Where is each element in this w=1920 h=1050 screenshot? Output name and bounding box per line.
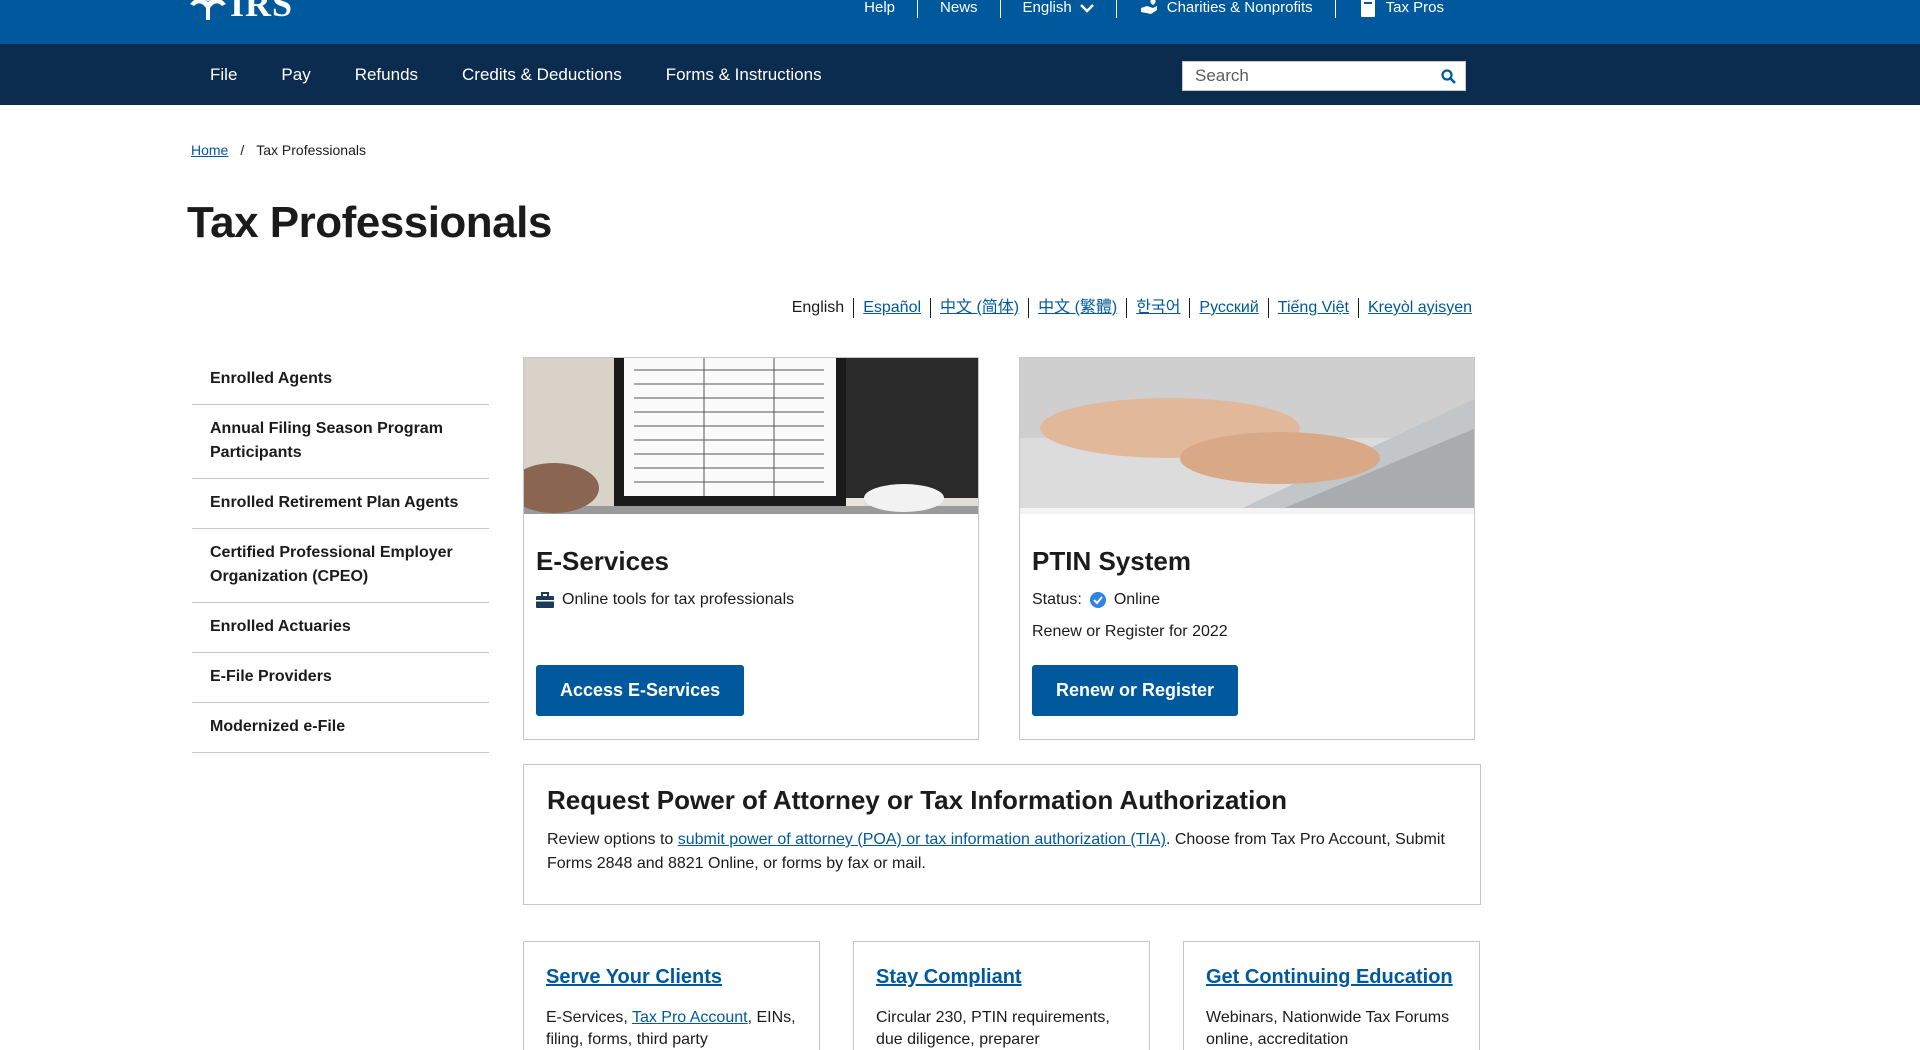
eservices-image: [524, 358, 978, 514]
language-link-chinese-simplified[interactable]: 中文 (简体): [930, 298, 1028, 318]
search-input[interactable]: [1183, 62, 1431, 90]
ptin-card: PTIN System Status: Online Renew or Regi…: [1019, 357, 1475, 740]
utility-news-label: News: [940, 0, 978, 16]
ptin-card-body: PTIN System Status: Online Renew or Regi…: [1020, 546, 1474, 641]
breadcrumb-home-link[interactable]: Home: [191, 142, 228, 158]
language-link-vietnamese[interactable]: Tiếng Việt: [1267, 298, 1358, 318]
poa-link[interactable]: submit power of attorney (POA) or tax in…: [678, 831, 1166, 848]
poa-section: Request Power of Attorney or Tax Informa…: [523, 764, 1481, 905]
ptin-renew-row: Renew or Register for 2022: [1032, 623, 1462, 641]
poa-text-before: Review options to: [547, 831, 678, 848]
hands-typing-illustration: [1020, 358, 1474, 514]
chevron-down-icon: [1079, 4, 1094, 13]
sidebar-item-retirement-plan-agents[interactable]: Enrolled Retirement Plan Agents: [192, 479, 489, 529]
serve-clients-text-before: E-Services,: [546, 1009, 632, 1026]
eservices-description-row: Online tools for tax professionals: [536, 591, 966, 609]
sidebar-item-afsp[interactable]: Annual Filing Season Program Participant…: [192, 405, 489, 479]
stay-compliant-title-link[interactable]: Stay Compliant: [876, 966, 1127, 989]
nav-file[interactable]: File: [188, 44, 259, 105]
language-selector: English Español 中文 (简体) 中文 (繁體) 한국어 Русс…: [783, 298, 1481, 318]
laptop-tax-form-illustration: [524, 358, 978, 514]
sidebar-item-enrolled-agents[interactable]: Enrolled Agents: [192, 355, 489, 405]
eagle-icon: [190, 0, 226, 20]
continuing-education-card: Get Continuing Education Webinars, Natio…: [1183, 941, 1480, 1050]
ptin-title: PTIN System: [1032, 546, 1191, 576]
nav-forms-instructions[interactable]: Forms & Instructions: [644, 44, 844, 105]
book-icon: [1360, 0, 1375, 17]
language-link-chinese-traditional[interactable]: 中文 (繁體): [1028, 298, 1126, 318]
poa-title: Request Power of Attorney or Tax Informa…: [547, 785, 1288, 815]
eservices-card-body: E-Services Online tools for tax professi…: [524, 546, 978, 609]
utility-charities-link[interactable]: Charities & Nonprofits: [1115, 0, 1335, 18]
ptin-image: [1020, 358, 1474, 514]
continuing-education-title-link[interactable]: Get Continuing Education: [1206, 966, 1457, 989]
irs-logo[interactable]: IRS: [188, 0, 293, 22]
utility-news-link[interactable]: News: [917, 0, 1000, 18]
language-link-spanish[interactable]: Español: [853, 298, 930, 318]
sidebar-item-modernized-efile[interactable]: Modernized e-File: [192, 703, 489, 753]
briefcase-icon: [536, 592, 554, 608]
logo-text: IRS: [230, 0, 294, 24]
language-dropdown[interactable]: English: [999, 0, 1116, 18]
stay-compliant-text: Circular 230, PTIN requirements, due dil…: [876, 1009, 1110, 1048]
check-circle-icon: [1089, 592, 1106, 608]
eservices-card: E-Services Online tools for tax professi…: [523, 357, 979, 740]
ptin-status-value: Online: [1113, 591, 1161, 608]
utility-nav: Help News English Charities & Nonprofits…: [842, 0, 1466, 22]
utility-taxpros-label: Tax Pros: [1385, 0, 1444, 16]
language-dropdown-label: English: [1022, 0, 1072, 16]
sidebar-item-efile-providers[interactable]: E-File Providers: [192, 653, 489, 703]
ptin-renew-text: Renew or Register for 2022: [1032, 623, 1228, 640]
utility-taxpros-link[interactable]: Tax Pros: [1334, 0, 1466, 18]
nav-credits-deductions[interactable]: Credits & Deductions: [440, 44, 644, 105]
poa-text: Review options to submit power of attorn…: [547, 828, 1457, 876]
continuing-education-text: Webinars, Nationwide Tax Forums online, …: [1206, 1009, 1450, 1048]
utility-help-link[interactable]: Help: [842, 0, 917, 18]
nav-refunds[interactable]: Refunds: [333, 44, 440, 105]
breadcrumb-current: Tax Professionals: [256, 142, 366, 158]
eservices-description: Online tools for tax professionals: [562, 591, 795, 608]
nav-pay[interactable]: Pay: [259, 44, 332, 105]
language-link-korean[interactable]: 한국어: [1126, 298, 1189, 318]
search-icon: [1440, 68, 1456, 84]
access-eservices-button[interactable]: Access E-Services: [536, 665, 745, 716]
language-link-russian[interactable]: Русский: [1189, 298, 1267, 318]
search-button[interactable]: [1431, 62, 1465, 90]
ptin-status-label: Status:: [1032, 591, 1082, 608]
main-nav-links: File Pay Refunds Credits & Deductions Fo…: [188, 44, 844, 105]
stay-compliant-card: Stay Compliant Circular 230, PTIN requir…: [853, 941, 1150, 1050]
tax-pro-account-link[interactable]: Tax Pro Account: [632, 1009, 748, 1026]
utility-charities-label: Charities & Nonprofits: [1166, 0, 1313, 16]
serve-clients-text: E-Services, Tax Pro Account, EINs, filin…: [546, 1007, 797, 1050]
language-link-haitian-creole[interactable]: Kreyòl ayisyen: [1357, 298, 1481, 318]
main-nav: File Pay Refunds Credits & Deductions Fo…: [0, 44, 1920, 105]
ptin-status-row: Status: Online: [1032, 591, 1462, 609]
sidebar-item-enrolled-actuaries[interactable]: Enrolled Actuaries: [192, 603, 489, 653]
top-header-bar: IRS Help News English Charities & Nonpro…: [0, 0, 1920, 44]
sidebar-item-cpeo[interactable]: Certified Professional Employer Organiza…: [192, 529, 489, 603]
sidebar-nav: Enrolled Agents Annual Filing Season Pro…: [192, 355, 489, 753]
eservices-title: E-Services: [536, 546, 669, 576]
page-title: Tax Professionals: [187, 198, 552, 247]
renew-or-register-button[interactable]: Renew or Register: [1032, 665, 1239, 716]
serve-clients-title-link[interactable]: Serve Your Clients: [546, 966, 797, 989]
hand-heart-icon: [1140, 0, 1157, 14]
utility-help-label: Help: [864, 0, 896, 16]
serve-clients-card: Serve Your Clients E-Services, Tax Pro A…: [523, 941, 820, 1050]
language-current: English: [791, 299, 845, 316]
search-box: [1182, 61, 1466, 91]
breadcrumb-separator: /: [240, 142, 245, 158]
breadcrumb: Home / Tax Professionals: [191, 142, 366, 158]
